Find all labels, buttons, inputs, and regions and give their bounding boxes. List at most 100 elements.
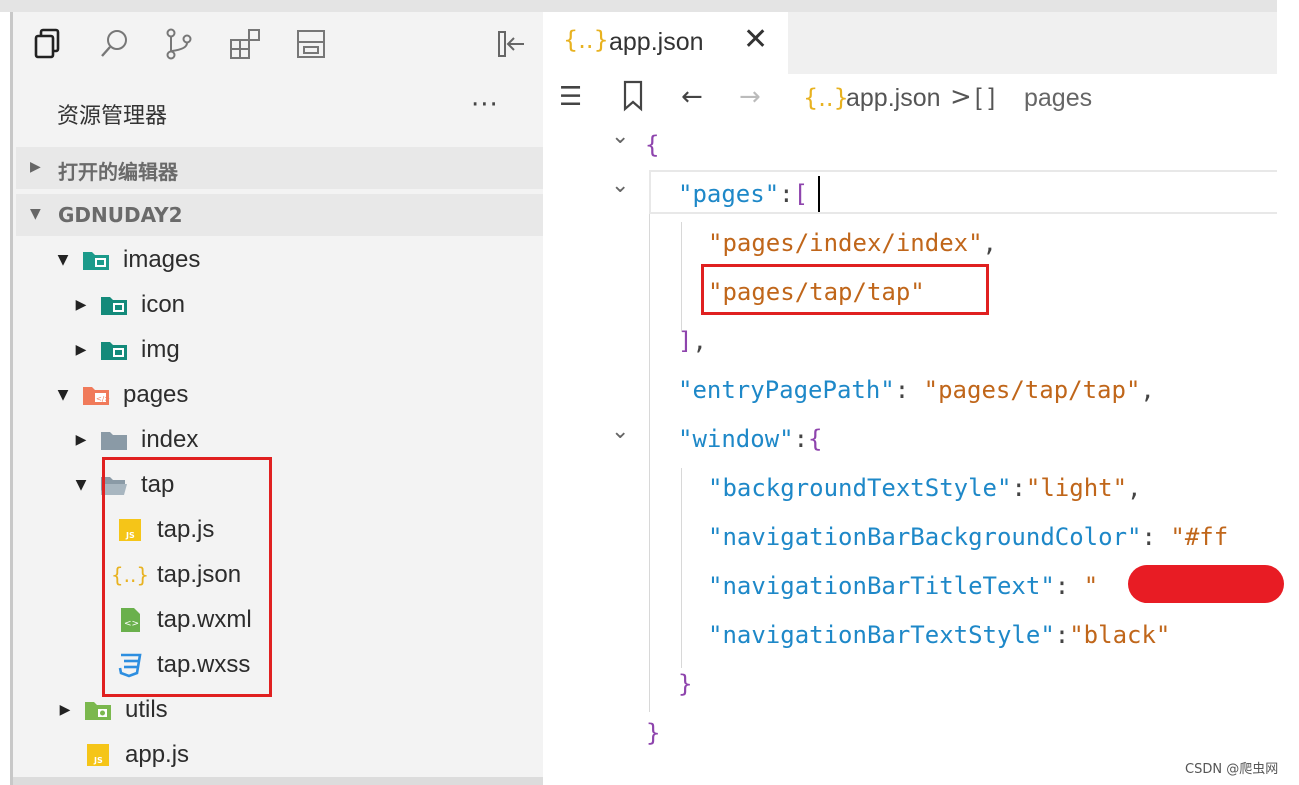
chevron-right-icon: ▶ — [75, 342, 87, 358]
code-token: : — [1054, 621, 1070, 649]
tree-item-icon[interactable]: ▶ icon — [71, 284, 185, 326]
folder-icon-icon — [99, 292, 129, 318]
json-file-icon: {..} — [563, 26, 609, 54]
code-token: "black" — [1069, 621, 1171, 649]
tree-item-label: icon — [141, 291, 186, 318]
forward-arrow-icon[interactable]: → — [739, 82, 761, 112]
breadcrumb-separator: > — [950, 82, 972, 112]
code-token: : — [1141, 523, 1171, 551]
folder-images-icon — [81, 247, 111, 273]
js-file-icon: JS — [83, 742, 113, 768]
breadcrumb-symbol[interactable]: pages — [1024, 84, 1092, 113]
code-line[interactable]: } — [678, 667, 692, 701]
code-token: , — [1140, 376, 1155, 404]
chevron-down-icon: ▼ — [30, 206, 41, 222]
code-token: : — [1011, 474, 1026, 502]
project-section[interactable]: ▼ GDNUDAY2 — [16, 194, 543, 236]
fold-chevron-icon[interactable]: ⌄ — [611, 173, 629, 198]
code-line[interactable]: { — [645, 128, 659, 162]
folder-icon — [99, 427, 129, 453]
back-arrow-icon[interactable]: ← — [681, 82, 703, 112]
outline-list-icon[interactable]: ☰ — [559, 82, 582, 112]
breadcrumb: ☰ ← → {..} app.json > [ ] pages — [545, 74, 1277, 122]
code-token: "navigationBarTitleText" — [708, 572, 1055, 600]
code-token: "pages" — [678, 180, 780, 208]
editor: {..} app.json ✕ ☰ ← → {..} app.json > [ … — [545, 12, 1284, 785]
code-token: "pages/tap/tap" — [923, 376, 1141, 404]
search-icon[interactable] — [95, 24, 135, 64]
chevron-right-icon: ▶ — [75, 297, 87, 313]
more-actions-button[interactable]: ··· — [471, 90, 499, 120]
tree-item-images[interactable]: ▼ images — [53, 239, 201, 281]
text-cursor — [818, 176, 820, 212]
highlight-box-tap-page — [701, 264, 989, 315]
folder-pages-icon: </> — [81, 382, 111, 408]
chevron-down-icon: ▼ — [57, 252, 69, 268]
close-icon[interactable]: ✕ — [743, 22, 768, 57]
source-control-icon[interactable] — [159, 24, 199, 64]
code-token: , — [1127, 474, 1142, 502]
code-token: } — [678, 670, 693, 698]
extensions-icon[interactable] — [225, 24, 265, 64]
tree-item-pages[interactable]: ▼ </> pages — [53, 374, 189, 416]
code-token: ] — [678, 327, 693, 355]
code-line[interactable]: "pages":[ — [678, 177, 808, 211]
code-line[interactable]: "backgroundTextStyle":"light", — [708, 471, 1142, 505]
indent-guide — [681, 222, 682, 332]
sidebar: 资源管理器 ··· ▶ 打开的编辑器 ▼ GDNUDAY2 ▼ images ▶… — [13, 12, 543, 785]
breadcrumb-file[interactable]: app.json — [846, 84, 941, 113]
code-token: "navigationBarTextStyle" — [708, 621, 1055, 649]
top-strip — [0, 0, 1277, 12]
code-token: "light" — [1025, 474, 1128, 502]
collapse-sidebar-icon[interactable] — [491, 24, 531, 64]
tree-item-label: utils — [125, 696, 168, 723]
fold-chevron-icon[interactable]: ⌄ — [611, 124, 629, 149]
bookmark-icon[interactable] — [621, 80, 645, 119]
code-line[interactable]: "navigationBarTitleText": " — [708, 569, 1098, 603]
tree-item-app-js[interactable]: JS app.js — [75, 734, 189, 776]
array-symbol-icon: [ ] — [975, 84, 996, 111]
folder-utils-icon — [83, 697, 113, 723]
code-token: "navigationBarBackgroundColor" — [708, 523, 1142, 551]
code-token: : — [1054, 572, 1084, 600]
code-line[interactable]: "pages/index/index", — [708, 226, 997, 260]
tab-label: app.json — [609, 28, 704, 56]
code-token: : — [793, 425, 809, 453]
project-label: GDNUDAY2 — [58, 203, 183, 227]
open-editors-label: 打开的编辑器 — [58, 160, 178, 184]
folder-img-icon — [99, 337, 129, 363]
json-file-icon: {..} — [803, 84, 849, 112]
chevron-right-icon: ▶ — [59, 702, 71, 718]
tree-item-index[interactable]: ▶ index — [71, 419, 199, 461]
code-token: "backgroundTextStyle" — [708, 474, 1012, 502]
tree-item-label: images — [123, 246, 201, 273]
fold-chevron-icon[interactable]: ⌄ — [611, 419, 629, 444]
tree-item-label: img — [141, 336, 180, 363]
highlight-box-tap-folder — [102, 457, 272, 697]
chevron-down-icon: ▼ — [75, 477, 87, 493]
open-editors-section[interactable]: ▶ 打开的编辑器 — [16, 147, 543, 189]
svg-text:JS: JS — [93, 756, 103, 765]
code-token: "#ff — [1170, 523, 1229, 551]
code-line[interactable]: "navigationBarBackgroundColor": "#ff — [708, 520, 1228, 554]
panel-icon[interactable] — [291, 24, 331, 64]
code-token: : — [779, 180, 794, 208]
code-line[interactable]: ], — [678, 324, 707, 358]
tree-item-label: pages — [123, 381, 189, 408]
code-line[interactable]: "entryPagePath": "pages/tap/tap", — [678, 373, 1155, 407]
redaction-mark — [1128, 565, 1284, 603]
code-line[interactable]: "navigationBarTextStyle":"black" — [708, 618, 1170, 652]
files-icon[interactable] — [29, 24, 69, 64]
code-token: { — [645, 131, 660, 159]
code-line[interactable]: "window":{ — [678, 422, 823, 456]
code-line[interactable]: } — [646, 716, 660, 750]
code-token: { — [808, 425, 823, 453]
explorer-header: 资源管理器 ··· — [13, 80, 543, 144]
code-token: [ — [793, 180, 809, 208]
indent-guide — [681, 468, 682, 668]
tree-item-img[interactable]: ▶ img — [71, 329, 180, 371]
code-token: " — [1083, 572, 1099, 600]
tab-app-json[interactable]: {..} app.json ✕ — [545, 12, 788, 74]
sidebar-bottom-strip — [13, 777, 543, 785]
code-token: "entryPagePath" — [678, 376, 895, 404]
